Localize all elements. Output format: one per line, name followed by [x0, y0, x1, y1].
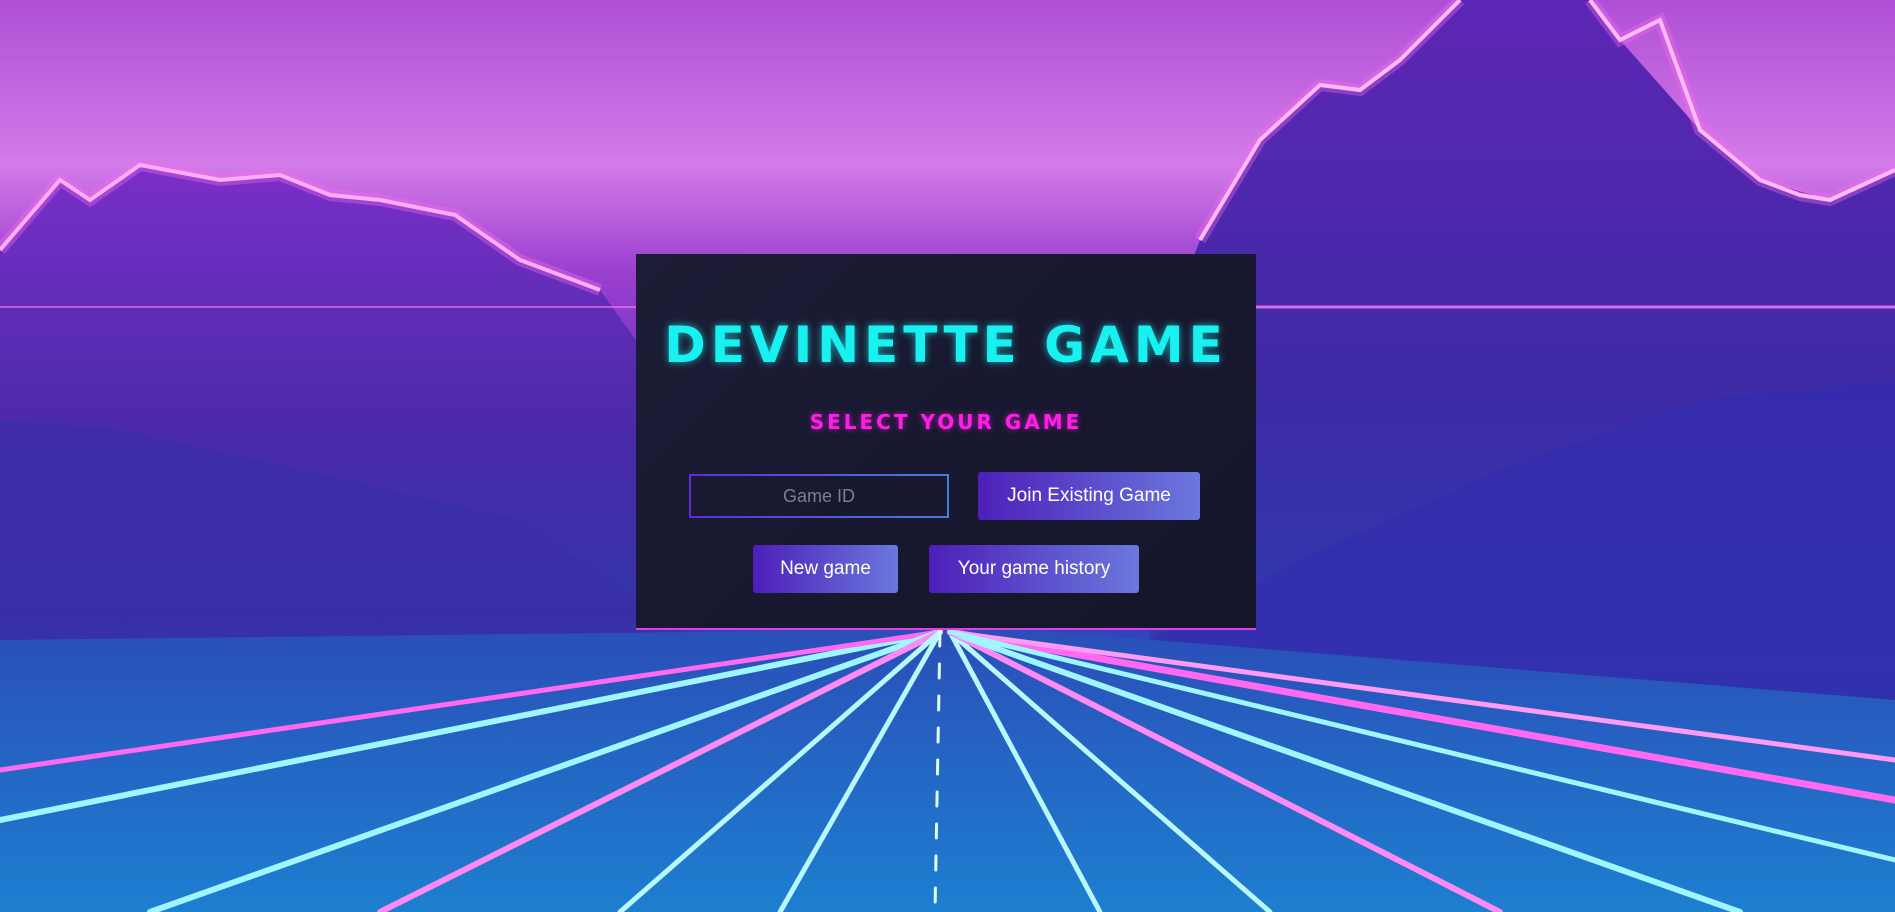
- game-select-panel: DEVINETTE GAME SELECT YOUR GAME Join Exi…: [636, 254, 1256, 630]
- game-id-input[interactable]: [689, 474, 949, 518]
- join-existing-game-button[interactable]: Join Existing Game: [978, 472, 1200, 520]
- new-game-button[interactable]: New game: [753, 545, 898, 593]
- page-subtitle: SELECT YOUR GAME: [809, 410, 1083, 434]
- game-history-button[interactable]: Your game history: [929, 545, 1139, 593]
- page: DEVINETTE GAME SELECT YOUR GAME Join Exi…: [0, 0, 1895, 912]
- page-title: DEVINETTE GAME: [664, 316, 1228, 374]
